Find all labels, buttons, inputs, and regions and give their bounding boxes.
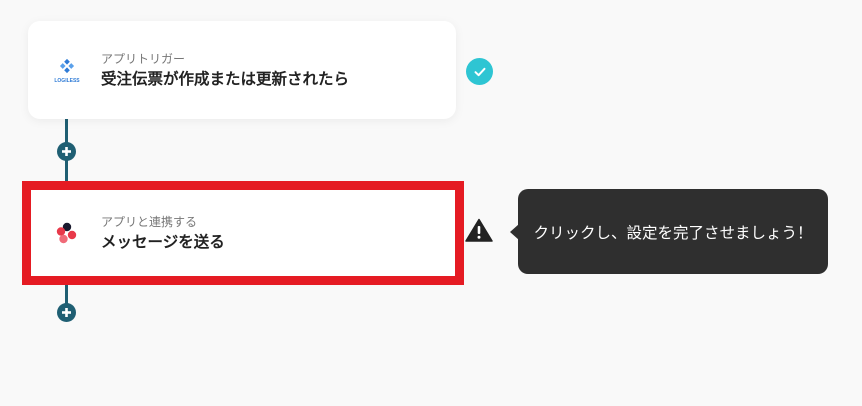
plus-icon <box>62 147 71 156</box>
plus-icon <box>62 308 71 317</box>
action-step-title: メッセージを送る <box>101 232 225 251</box>
check-icon <box>466 58 493 85</box>
action-step-type: アプリと連携する <box>101 214 198 229</box>
trigger-step-title: 受注伝票が作成または更新されたら <box>101 69 350 88</box>
warning-icon <box>465 218 493 242</box>
guide-tooltip: クリックし、設定を完了させましょう！ <box>518 189 828 274</box>
logiless-logo-text: LOGILESS <box>54 78 80 84</box>
trigger-step-card[interactable]: LOGILESS アプリトリガー 受注伝票が作成または更新されたら <box>28 21 456 119</box>
chatwork-logo <box>50 216 84 250</box>
flow-canvas: LOGILESS アプリトリガー 受注伝票が作成または更新されたら アプリと連携… <box>0 0 862 406</box>
add-step-button[interactable] <box>57 303 76 322</box>
logiless-logo: LOGILESS <box>50 53 84 87</box>
flow-connector-line <box>65 276 68 304</box>
add-step-button[interactable] <box>57 142 76 161</box>
tooltip-text: クリックし、設定を完了させましょう！ <box>533 223 813 242</box>
trigger-step-type: アプリトリガー <box>101 51 186 66</box>
action-step-card[interactable]: アプリと連携する メッセージを送る <box>28 189 456 277</box>
